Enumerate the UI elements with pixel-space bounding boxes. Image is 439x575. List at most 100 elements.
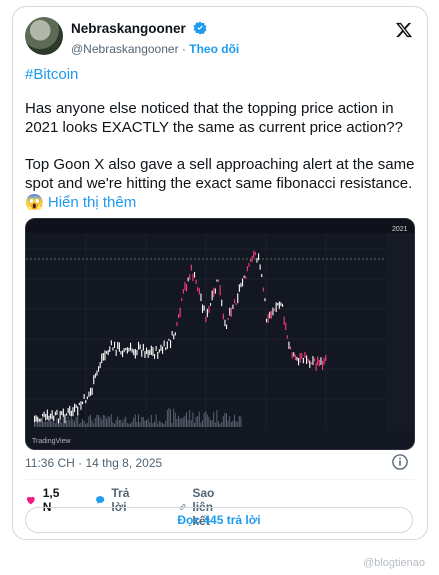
- volume-bar: [178, 415, 179, 427]
- volume-bar: [226, 413, 227, 427]
- candle: [181, 297, 183, 302]
- candle: [211, 290, 213, 301]
- chart-topbar: [26, 219, 414, 233]
- candle: [179, 307, 181, 318]
- candle: [314, 358, 316, 362]
- candle: [34, 415, 36, 423]
- volume-bar: [56, 417, 58, 427]
- candle: [304, 351, 306, 358]
- candle: [154, 354, 156, 359]
- candle: [272, 307, 274, 316]
- volume-bar: [168, 408, 170, 427]
- candle: [128, 347, 130, 352]
- candle: [206, 308, 208, 318]
- volume-bar: [110, 414, 112, 427]
- volume-bar: [176, 418, 178, 427]
- candle: [230, 307, 232, 317]
- volume-bar: [109, 416, 111, 427]
- candle: [226, 324, 228, 329]
- volume-bar: [104, 415, 106, 427]
- follow-button[interactable]: Theo dõi: [189, 42, 239, 56]
- candle: [286, 335, 288, 339]
- candle: [149, 349, 151, 355]
- candle: [285, 322, 287, 331]
- volume-bar: [218, 421, 219, 427]
- info-icon[interactable]: [391, 453, 409, 471]
- comment-icon: [96, 496, 105, 504]
- candle: [294, 354, 296, 360]
- candle: [219, 285, 221, 296]
- candle: [187, 277, 189, 282]
- candle: [155, 346, 157, 351]
- candle: [214, 288, 216, 294]
- volume-bar: [77, 415, 79, 427]
- volume-bar: [102, 414, 104, 427]
- heart-icon: [26, 496, 35, 505]
- candle: [171, 331, 173, 336]
- volume-bar: [166, 410, 168, 427]
- author-handle[interactable]: @Nebraskangooner: [71, 42, 179, 56]
- volume-bar: [114, 423, 115, 427]
- volume-bar: [138, 414, 139, 427]
- candle: [283, 316, 285, 325]
- read-replies-button[interactable]: Đọc 445 trả lời: [25, 507, 413, 533]
- candle: [178, 314, 180, 319]
- volume-bar: [51, 421, 53, 427]
- candle: [317, 356, 319, 366]
- volume-bar: [222, 416, 224, 427]
- volume-bar: [203, 412, 205, 427]
- volume-bar: [163, 424, 165, 427]
- candle: [134, 348, 136, 359]
- candle: [168, 338, 170, 341]
- post-timestamp[interactable]: 11:36 CH · 14 thg 8, 2025: [25, 456, 162, 470]
- candle: [158, 349, 160, 353]
- volume-bar: [120, 419, 122, 427]
- volume-bar: [115, 420, 117, 427]
- volume-bar: [240, 416, 242, 427]
- show-more-link[interactable]: Hiển thị thêm: [48, 194, 136, 211]
- candle: [94, 373, 96, 378]
- volume-bar: [155, 414, 157, 427]
- volume-bar: [162, 423, 163, 427]
- volume-bar: [75, 417, 77, 427]
- volume-bar: [146, 420, 147, 427]
- x-logo-icon[interactable]: [395, 21, 413, 39]
- volume-bar: [213, 412, 215, 427]
- volume-bar: [123, 418, 125, 427]
- author-name[interactable]: Nebraskangooner: [71, 21, 186, 36]
- volume-bar: [219, 423, 221, 427]
- chart-image[interactable]: 2021 TradingView: [25, 218, 415, 450]
- candle: [106, 351, 108, 354]
- candle: [259, 264, 261, 270]
- candle: [136, 350, 138, 356]
- candle: [126, 347, 128, 354]
- candle: [157, 352, 159, 359]
- candle: [256, 258, 258, 263]
- author-info: Nebraskangooner @Nebraskangooner · Theo …: [71, 20, 239, 56]
- volume-bar: [205, 411, 207, 427]
- avatar[interactable]: [25, 17, 63, 55]
- volume-bar: [134, 414, 136, 427]
- candle: [112, 347, 114, 351]
- candle: [200, 293, 202, 302]
- candle: [290, 346, 292, 350]
- candle: [107, 350, 109, 356]
- volume-bar: [181, 418, 183, 427]
- volume-bar: [107, 416, 109, 427]
- hashtag-link[interactable]: #Bitcoin: [25, 66, 78, 83]
- volume-bar: [234, 414, 235, 427]
- candle: [54, 411, 56, 416]
- volume-bar: [157, 423, 159, 427]
- candle: [86, 396, 88, 400]
- candle: [99, 362, 101, 369]
- candle: [46, 409, 48, 420]
- volume-bar: [210, 420, 211, 427]
- volume-bar: [133, 417, 135, 427]
- volume-bar: [96, 414, 98, 427]
- divider: [25, 479, 415, 480]
- candle: [323, 357, 325, 365]
- candle: [114, 341, 116, 348]
- candle: [147, 350, 149, 358]
- candle: [85, 400, 87, 404]
- candle: [270, 310, 272, 319]
